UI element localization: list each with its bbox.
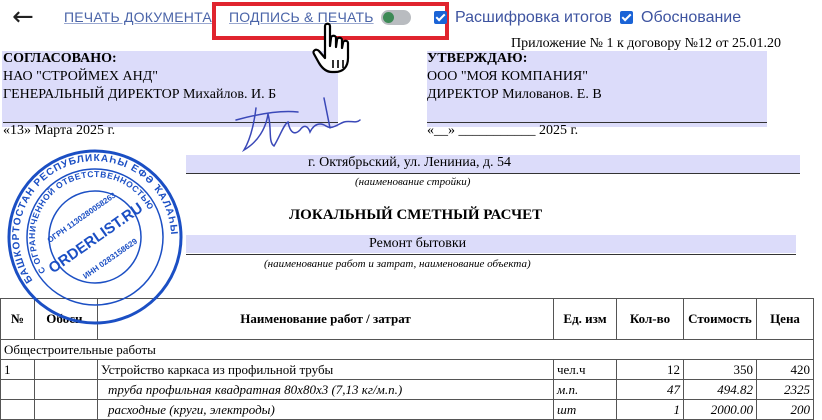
row-unit: чел.ч	[553, 359, 617, 380]
row-price: 200	[756, 399, 814, 420]
address-line	[186, 173, 800, 174]
document-page: Приложение № 1 к договору №12 от 25.01.2…	[0, 36, 822, 420]
row-cost: 2000.00	[683, 399, 757, 420]
row-name: Устройство каркаса из профильной трубы	[97, 359, 554, 380]
col-unit: Ед. изм	[553, 298, 617, 340]
row-basis	[34, 379, 98, 400]
table-row: расходные (круги, электроды) шт 1 2000.0…	[0, 399, 814, 420]
row-basis	[34, 399, 98, 420]
row-cost: 350	[683, 359, 757, 380]
row-number	[0, 399, 35, 420]
row-cost: 494.82	[683, 379, 757, 400]
document-title: ЛОКАЛЬНЫЙ СМЕТНЫЙ РАСЧЕТ	[289, 207, 543, 223]
work-line	[186, 254, 796, 255]
agreed-date: «13» Марта 2025 г.	[3, 123, 116, 138]
col-cost: Стоимость	[683, 298, 757, 340]
section-row: Общестроительные работы	[0, 339, 814, 360]
table-row: труба профильная квадратная 80х80х3 (7,1…	[0, 379, 814, 400]
row-number: 1	[0, 359, 35, 380]
row-price: 420	[756, 359, 814, 380]
work-band	[186, 235, 796, 253]
row-qty: 47	[616, 379, 684, 400]
address-caption: (наименование стройки)	[355, 176, 471, 188]
signature-image	[235, 97, 361, 153]
back-arrow-icon[interactable]: ←	[12, 3, 34, 31]
hand-pointer-icon	[312, 22, 350, 74]
table-row: 1 Устройство каркаса из профильной трубы…	[0, 359, 814, 380]
section-title: Общестроительные работы	[0, 339, 814, 360]
approved-org: ООО "МОЯ КОМПАНИЯ"	[427, 69, 588, 84]
col-price: Цена	[756, 298, 814, 340]
work-name: Ремонт бытовки	[369, 236, 467, 251]
row-price: 2325	[756, 379, 814, 400]
justification-label[interactable]: Обоснование	[641, 9, 741, 27]
agreed-org: НАО "СТРОЙМЕХ АНД"	[3, 69, 159, 84]
company-stamp: БАШКОРТОСТАН РЕСПУБЛИКАҺЫ ЕФӘ ҠАЛАҺЫ С О…	[4, 146, 186, 325]
col-qty: Кол-во	[616, 298, 684, 340]
row-qty: 1	[616, 399, 684, 420]
row-basis	[34, 359, 98, 380]
decoding-label[interactable]: Расшифровка итогов	[455, 9, 612, 27]
row-unit: шт	[553, 399, 617, 420]
approved-person: ДИРЕКТОР Милованов. Е. В	[427, 87, 602, 102]
work-caption: (наименование работ и затрат, наименован…	[264, 258, 531, 270]
row-number	[0, 379, 35, 400]
appendix-line: Приложение № 1 к договору №12 от 25.01.2…	[511, 36, 781, 51]
row-unit: м.п.	[553, 379, 617, 400]
row-name: труба профильная квадратная 80х80х3 (7,1…	[97, 379, 554, 400]
approved-heading: УТВЕРЖДАЮ:	[427, 51, 528, 66]
toolbar: ← ПЕЧАТЬ ДОКУМЕНТА ПОДПИСЬ & ПЕЧАТЬ Расш…	[0, 0, 822, 40]
approved-date: «__» ___________ 2025 г.	[427, 123, 579, 138]
row-qty: 12	[616, 359, 684, 380]
print-document-link[interactable]: ПЕЧАТЬ ДОКУМЕНТА	[64, 9, 212, 25]
decoding-checkbox[interactable]	[434, 11, 447, 24]
row-name: расходные (круги, электроды)	[97, 399, 554, 420]
justification-checkbox[interactable]	[620, 11, 633, 24]
agreed-heading: СОГЛАСОВАНО:	[3, 51, 117, 66]
